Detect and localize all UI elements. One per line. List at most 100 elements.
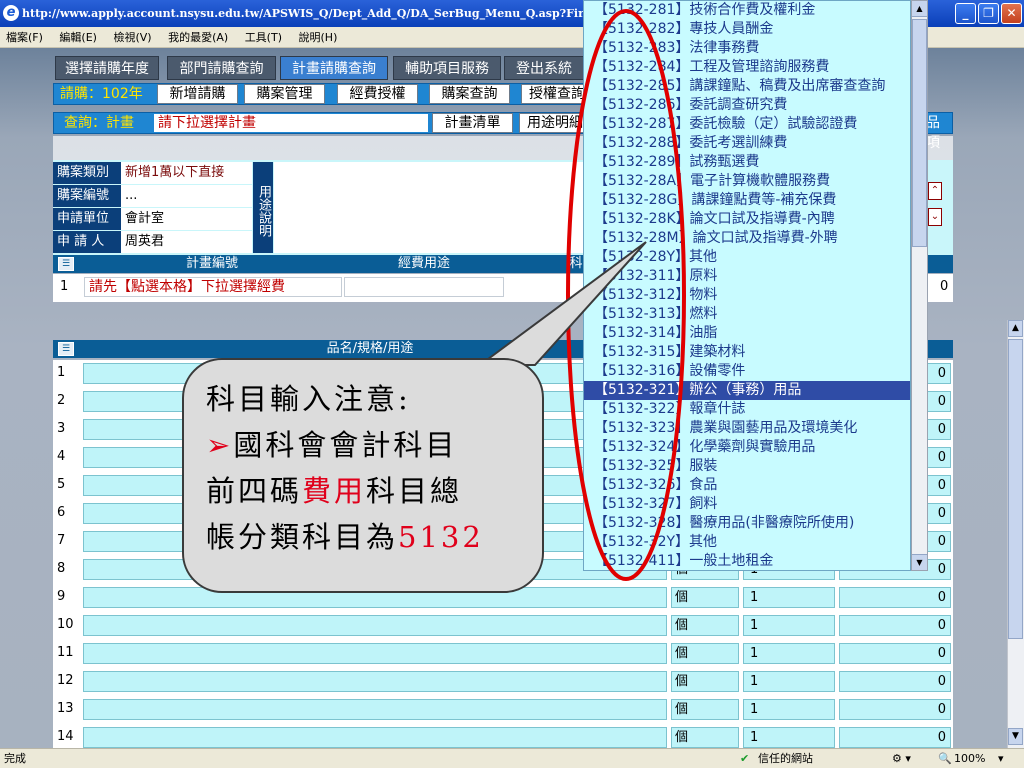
dropdown-scroll-up-icon[interactable]: ▲ <box>912 1 927 17</box>
row-no: 7 <box>57 533 66 548</box>
dropdown-scroll-down-icon[interactable]: ▼ <box>912 554 927 570</box>
dept-label: 申請單位 <box>53 208 121 230</box>
qty-cell[interactable]: 1 <box>743 671 835 692</box>
unit-cell[interactable]: 個 <box>671 727 739 748</box>
window-title: http://www.apply.account.nsysu.edu.tw/AP… <box>22 7 622 20</box>
page-scroll-down-icon[interactable]: ▼ <box>1008 728 1023 745</box>
budget-row-amount: 0 <box>940 279 949 294</box>
tab-dept-query[interactable]: 部門請購查詢 <box>167 56 276 80</box>
callout-line-4: 帳分類科目為5132 <box>206 520 484 554</box>
menu-edit[interactable]: 編輯(E) <box>59 31 97 44</box>
table-row: 11 個 1 0 <box>53 640 953 668</box>
dropdown-scroll-thumb[interactable] <box>912 19 927 247</box>
table-menu-icon[interactable]: ☰ <box>58 257 74 271</box>
qty-cell[interactable]: 1 <box>743 615 835 636</box>
row-no: 13 <box>57 701 74 716</box>
item-name-cell[interactable] <box>83 615 667 636</box>
callout-note: 科目輸入注意: ➢國科會會計科目 前四碼費用科目總 帳分類科目為5132 <box>182 358 544 593</box>
case-no-label: 購案編號 <box>53 185 121 207</box>
applicant-value: 周英君 <box>121 231 252 253</box>
items-menu-icon[interactable]: ☰ <box>58 342 74 356</box>
row-no: 3 <box>57 421 66 436</box>
case-management-button[interactable]: 購案管理 <box>244 84 325 104</box>
maximize-button[interactable]: ❐ <box>978 3 999 24</box>
budget-row-no: 1 <box>60 279 69 294</box>
row-no: 2 <box>57 393 66 408</box>
amount-cell[interactable]: 0 <box>839 699 951 720</box>
row-no: 5 <box>57 477 66 492</box>
budget-select-cell[interactable]: 請先【點選本格】下拉選擇經費 <box>84 277 342 297</box>
amount-cell[interactable]: 0 <box>839 727 951 748</box>
tab-select-year[interactable]: 選擇請購年度 <box>55 56 159 80</box>
status-bar: 完成 ✔ 信任的網站 ⚙ ▾ 🔍 100% ▾ <box>0 748 1024 768</box>
qty-cell[interactable]: 1 <box>743 699 835 720</box>
row-no: 12 <box>57 673 74 688</box>
qty-cell[interactable]: 1 <box>743 643 835 664</box>
case-query-button[interactable]: 購案查詢 <box>429 84 510 104</box>
callout-line-2: ➢國科會會計科目 <box>206 428 458 462</box>
funding-auth-button[interactable]: 經費授權 <box>337 84 418 104</box>
bullet-arrow-icon: ➢ <box>206 428 234 462</box>
row-no: 6 <box>57 505 66 520</box>
zoom-level[interactable]: 100% <box>954 749 985 768</box>
purpose-label: 用途說明 <box>253 162 273 253</box>
close-button[interactable]: ✕ <box>1001 3 1022 24</box>
unit-cell[interactable]: 個 <box>671 587 739 608</box>
case-no-value: ... <box>121 185 252 207</box>
amount-cell[interactable]: 0 <box>839 615 951 636</box>
zoom-dropdown-icon[interactable]: ▾ <box>998 749 1004 768</box>
amount-cell[interactable]: 0 <box>839 643 951 664</box>
menu-tools[interactable]: 工具(T) <box>245 31 282 44</box>
dropdown-scrollbar[interactable]: ▲ ▼ <box>911 0 928 571</box>
amount-cell[interactable]: 0 <box>839 587 951 608</box>
trusted-zone-label: 信任的網站 <box>758 752 813 765</box>
project-select[interactable]: 請下拉選擇計畫 <box>154 114 428 132</box>
menu-favorites[interactable]: 我的最愛(A) <box>168 31 228 44</box>
page-scroll-thumb[interactable] <box>1008 339 1023 639</box>
table-row: 13 個 1 0 <box>53 696 953 724</box>
tab-project-query[interactable]: 計畫請購查詢 <box>280 56 388 80</box>
case-type-label: 購案類別 <box>53 162 121 184</box>
table-row: 10 個 1 0 <box>53 612 953 640</box>
scroll-down-arrow-icon[interactable]: ⌄ <box>928 208 942 226</box>
zoom-icon: 🔍 <box>938 752 952 765</box>
qty-cell[interactable]: 1 <box>743 587 835 608</box>
dept-value: 會計室 <box>121 208 252 230</box>
tab-aux-service[interactable]: 輔助項目服務 <box>393 56 501 80</box>
menu-file[interactable]: 檔案(F) <box>6 31 43 44</box>
scroll-up-arrow-icon[interactable]: ⌃ <box>928 182 942 200</box>
page-scroll-up-icon[interactable]: ▲ <box>1008 320 1023 337</box>
row-no: 8 <box>57 561 66 576</box>
menu-help[interactable]: 說明(H) <box>299 31 338 44</box>
header-item-name: 品名/規格/用途 <box>290 340 450 358</box>
qty-cell[interactable]: 1 <box>743 727 835 748</box>
project-list-button[interactable]: 計畫清單 <box>432 113 513 133</box>
row-no: 11 <box>57 645 74 660</box>
row-no: 1 <box>57 365 66 380</box>
case-type-value: 新增1萬以下直接 <box>121 162 252 184</box>
row-no: 14 <box>57 729 74 744</box>
protected-mode-icon[interactable]: ⚙ ▾ <box>892 749 911 768</box>
callout-line-3: 前四碼費用科目總 <box>206 474 463 508</box>
amount-cell[interactable]: 0 <box>839 671 951 692</box>
item-name-cell[interactable] <box>83 727 667 748</box>
minimize-button[interactable]: _ <box>955 3 976 24</box>
new-request-button[interactable]: 新增請購 <box>157 84 238 104</box>
ie-logo-icon: e <box>3 5 19 21</box>
row-no: 9 <box>57 589 66 604</box>
item-name-cell[interactable] <box>83 671 667 692</box>
table-row: 14 個 1 0 <box>53 724 953 748</box>
item-name-cell[interactable] <box>83 699 667 720</box>
unit-cell[interactable]: 個 <box>671 615 739 636</box>
unit-cell[interactable]: 個 <box>671 671 739 692</box>
request-bar: 請購：102年 新增請購 購案管理 經費授權 購案查詢 授權查詢 <box>53 83 593 105</box>
item-name-cell[interactable] <box>83 643 667 664</box>
unit-cell[interactable]: 個 <box>671 699 739 720</box>
trusted-check-icon: ✔ <box>740 752 750 765</box>
table-row: 12 個 1 0 <box>53 668 953 696</box>
unit-cell[interactable]: 個 <box>671 643 739 664</box>
callout-line-1: 科目輸入注意: <box>206 382 411 416</box>
menu-view[interactable]: 檢視(V) <box>113 31 151 44</box>
request-bar-label: 請購：102年 <box>60 86 143 102</box>
applicant-label: 申 請 人 <box>53 231 121 253</box>
